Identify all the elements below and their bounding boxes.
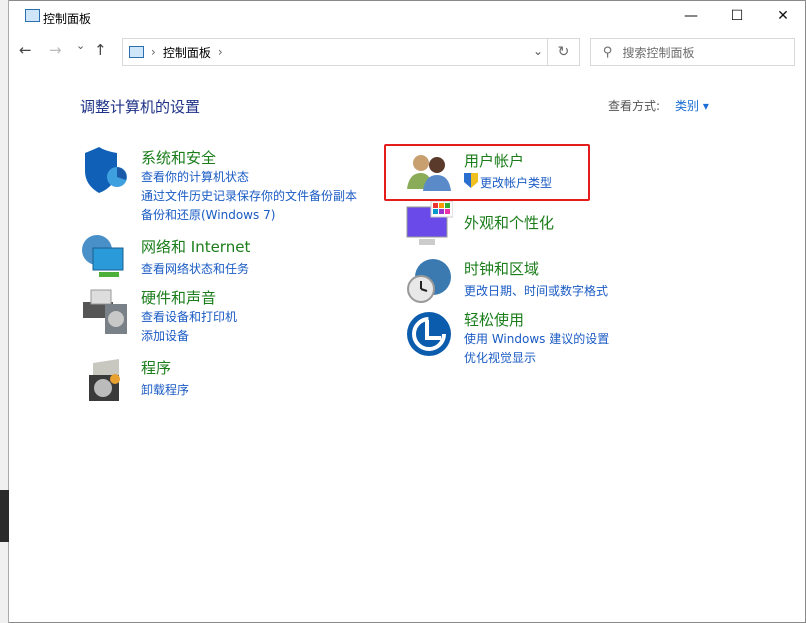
back-button[interactable]: ← xyxy=(19,41,32,59)
up-button[interactable]: ↑ xyxy=(94,41,107,59)
address-bar[interactable]: › 控制面板 › ⌄ ↻ xyxy=(122,38,580,66)
link-network-status[interactable]: 查看网络状态和任务 xyxy=(141,260,249,277)
link-backup-restore[interactable]: 备份和还原(Windows 7) xyxy=(141,206,275,223)
search-icon: ⚲ xyxy=(603,45,613,60)
link-uninstall-program[interactable]: 卸载程序 xyxy=(141,381,189,398)
link-windows-suggested-settings[interactable]: 使用 Windows 建议的设置 xyxy=(464,330,609,347)
category-clock-region[interactable]: 时钟和区域 xyxy=(464,258,539,279)
shield-icon xyxy=(81,147,129,195)
close-button[interactable]: ✕ xyxy=(760,1,806,31)
clock-globe-icon xyxy=(405,257,453,305)
breadcrumb-separator[interactable]: › xyxy=(218,45,223,59)
refresh-button[interactable]: ↻ xyxy=(547,39,579,65)
minimize-button[interactable]: — xyxy=(668,1,714,31)
view-by-label: 查看方式: xyxy=(608,97,660,114)
view-by-dropdown[interactable]: 类别 ▾ xyxy=(675,97,709,114)
forward-button[interactable]: → xyxy=(49,41,62,59)
control-panel-icon xyxy=(129,46,144,58)
window-title: 控制面板 xyxy=(43,10,91,27)
category-ease-of-access[interactable]: 轻松使用 xyxy=(464,309,524,330)
page-title: 调整计算机的设置 xyxy=(80,96,200,117)
ease-of-access-icon xyxy=(405,310,453,358)
search-placeholder: 搜索控制面板 xyxy=(623,44,695,61)
search-input[interactable]: ⚲ 搜索控制面板 xyxy=(590,38,795,66)
link-optimize-visual-display[interactable]: 优化视觉显示 xyxy=(464,349,536,366)
link-devices-printers[interactable]: 查看设备和打印机 xyxy=(141,308,237,325)
category-system-security[interactable]: 系统和安全 xyxy=(141,147,216,168)
chevron-down-icon[interactable]: ⌄ xyxy=(533,44,543,58)
category-network-internet[interactable]: 网络和 Internet xyxy=(141,236,250,257)
recent-locations-button[interactable]: ⌄ xyxy=(76,39,85,52)
link-file-history[interactable]: 通过文件历史记录保存你的文件备份副本 xyxy=(141,187,357,204)
appearance-icon xyxy=(405,201,453,249)
breadcrumb-separator: › xyxy=(151,45,156,59)
link-change-date-time[interactable]: 更改日期、时间或数字格式 xyxy=(464,282,608,299)
breadcrumb-control-panel[interactable]: 控制面板 xyxy=(163,44,211,61)
maximize-button[interactable]: ☐ xyxy=(714,1,760,31)
programs-icon xyxy=(85,357,133,405)
network-icon xyxy=(81,234,129,282)
users-icon xyxy=(405,147,453,195)
background-window xyxy=(0,0,9,623)
link-view-computer-status[interactable]: 查看你的计算机状态 xyxy=(141,168,249,185)
control-panel-icon xyxy=(25,9,40,22)
category-hardware-sound[interactable]: 硬件和声音 xyxy=(141,287,216,308)
link-change-account-type[interactable]: 更改帐户类型 xyxy=(480,174,552,191)
category-programs[interactable]: 程序 xyxy=(141,357,171,378)
control-panel-window: 控制面板 — ☐ ✕ ← → ⌄ ↑ › 控制面板 › ⌄ ↻ ⚲ 搜索控制面板… xyxy=(9,0,806,623)
category-appearance-personalization[interactable]: 外观和个性化 xyxy=(464,212,554,233)
background-window-block xyxy=(0,490,9,542)
printer-speaker-icon xyxy=(81,288,129,336)
link-add-device[interactable]: 添加设备 xyxy=(141,327,189,344)
category-user-accounts[interactable]: 用户帐户 xyxy=(464,150,524,171)
